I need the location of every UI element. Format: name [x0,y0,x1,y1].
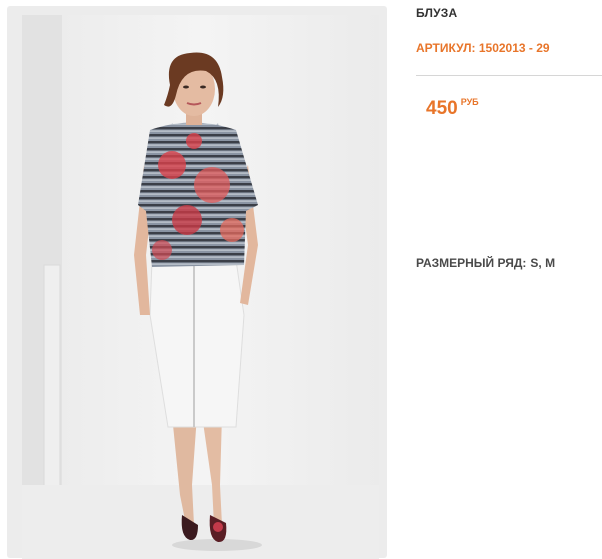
product-title: БЛУЗА [416,6,458,20]
product-photo[interactable] [22,15,379,559]
sku-value: 1502013 - 29 [478,41,550,55]
size-range: РАЗМЕРНЫЙ РЯД: S, M [416,256,555,270]
model-photo-illustration [22,15,379,559]
size-range-label: РАЗМЕРНЫЙ РЯД: [416,256,527,270]
divider [416,75,602,76]
price-value: 450 [426,98,458,119]
sku-label: АРТИКУЛ: [416,41,476,55]
price: 450 РУБ [426,97,479,120]
sku: АРТИКУЛ: 1502013 - 29 [416,41,550,55]
product-photo-frame [7,6,387,559]
price-currency: РУБ [460,97,479,107]
size-range-values[interactable]: S, M [530,256,555,270]
